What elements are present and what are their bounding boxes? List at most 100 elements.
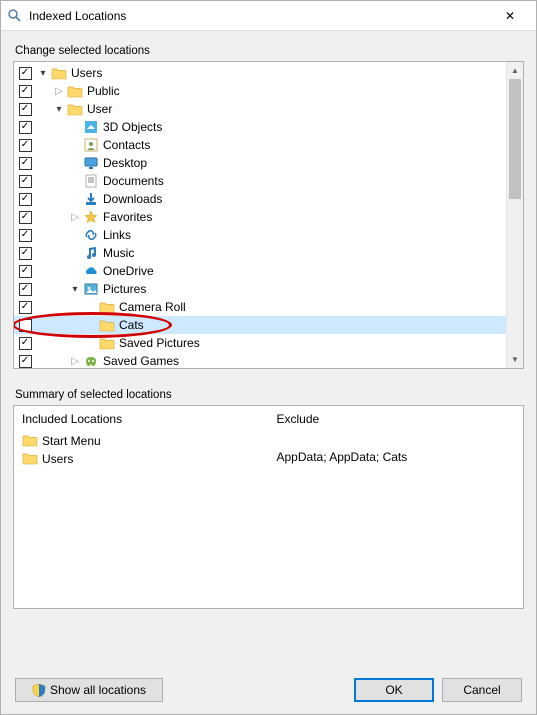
tree-item-label: Users [70, 66, 102, 80]
tree-item-label: Cats [118, 318, 144, 332]
tree-row[interactable]: ✓ Users [14, 64, 506, 82]
show-all-locations-button[interactable]: Show all locations [15, 678, 163, 702]
tree-row[interactable]: ✓ OneDrive [14, 262, 506, 280]
checkbox[interactable]: ✓ [19, 157, 32, 170]
folder-icon [51, 65, 67, 81]
chevron-down-icon[interactable] [36, 68, 50, 79]
included-column: Included Locations Start Menu Users [14, 406, 269, 608]
folder-icon [22, 432, 38, 451]
included-header: Included Locations [22, 412, 261, 426]
cancel-button[interactable]: Cancel [442, 678, 522, 702]
tree-row[interactable]: ✓ Contacts [14, 136, 506, 154]
tree-row[interactable]: ✓ Saved Games [14, 352, 506, 368]
tree-item-label: User [86, 102, 112, 116]
tree-item-label: Saved Pictures [118, 336, 200, 350]
tree-row[interactable]: ✓ Documents [14, 172, 506, 190]
app-icon [7, 8, 23, 24]
exclude-text: AppData; AppData; Cats [277, 450, 516, 464]
tree-row[interactable]: ✓Camera Roll [14, 298, 506, 316]
music-icon [83, 245, 99, 261]
chevron-down-icon[interactable] [68, 284, 82, 295]
scrollbar[interactable]: ▲ ▼ [506, 62, 523, 368]
checkbox[interactable]: ✓ [19, 283, 32, 296]
folder-icon [99, 299, 115, 315]
checkbox[interactable]: ✓ [19, 139, 32, 152]
close-button[interactable]: ✕ [490, 2, 530, 30]
window: Indexed Locations ✕ Change selected loca… [0, 0, 537, 715]
show-all-label: Show all locations [50, 683, 146, 697]
checkbox[interactable]: ✓ [19, 355, 32, 368]
checkbox[interactable]: ✓ [19, 85, 32, 98]
tree-row[interactable]: ✓ Public [14, 82, 506, 100]
tree-item-label: OneDrive [102, 264, 154, 278]
checkbox[interactable]: ✓ [19, 175, 32, 188]
checkbox[interactable]: ✓ [19, 229, 32, 242]
savedgames-icon [83, 353, 99, 368]
desktop-icon [83, 155, 99, 171]
checkbox[interactable]: ✓ [19, 265, 32, 278]
chevron-right-icon[interactable] [68, 212, 82, 223]
folder-icon [99, 335, 115, 351]
change-locations-label: Change selected locations [15, 45, 524, 57]
tree-item-label: 3D Objects [102, 120, 162, 134]
checkbox[interactable]: ✓ [19, 193, 32, 206]
tree-row[interactable]: ✓ Links [14, 226, 506, 244]
summary-box: Included Locations Start Menu Users Exclu… [13, 405, 524, 609]
exclude-column: Exclude AppData; AppData; Cats [269, 406, 524, 608]
tree-item-label: Saved Games [102, 354, 179, 368]
documents-icon [83, 173, 99, 189]
folder-icon [22, 450, 38, 469]
included-item-label: Users [42, 452, 73, 466]
tree-row[interactable]: ✓ Saved Pictures [14, 334, 506, 352]
3dobjects-icon [83, 119, 99, 135]
checkbox[interactable]: ✓ [19, 247, 32, 260]
included-item-label: Start Menu [42, 434, 101, 448]
favorites-icon [83, 209, 99, 225]
content: Change selected locations ✓Users✓Public✓… [1, 31, 536, 714]
chevron-right-icon[interactable] [68, 356, 82, 367]
tree-item-label: Contacts [102, 138, 150, 152]
tree-row[interactable]: ✓Favorites [14, 208, 506, 226]
tree-row[interactable]: ✓ 3D Objects [14, 118, 506, 136]
included-item[interactable]: Start Menu [22, 432, 261, 450]
chevron-down-icon[interactable] [52, 104, 66, 115]
tree-item-label: Documents [102, 174, 164, 188]
tree-row[interactable]: ✓ Downloads [14, 190, 506, 208]
checkbox[interactable]: ✓ [19, 211, 32, 224]
tree-item-label: Music [102, 246, 134, 260]
checkbox[interactable] [19, 319, 32, 332]
tree-item-label: Pictures [102, 282, 146, 296]
tree-row[interactable]: ✓ Desktop [14, 154, 506, 172]
exclude-header: Exclude [277, 412, 516, 426]
ok-button[interactable]: OK [354, 678, 434, 702]
tree-row[interactable]: ✓ Music [14, 244, 506, 262]
pictures-icon [83, 281, 99, 297]
button-row: Show all locations OK Cancel [13, 668, 524, 702]
shield-icon [32, 683, 46, 697]
locations-tree[interactable]: ✓ Users ✓ Public ✓ User ✓ 3D Objects ✓ Contacts ✓ D… [14, 62, 506, 368]
summary-label: Summary of selected locations [15, 389, 524, 401]
tree-item-label: Desktop [102, 156, 147, 170]
tree-item-label: Public [86, 84, 120, 98]
tree-row[interactable]: ✓ Pictures [14, 280, 506, 298]
chevron-right-icon[interactable] [52, 86, 66, 97]
checkbox[interactable]: ✓ [19, 337, 32, 350]
scroll-down-button[interactable]: ▼ [507, 351, 523, 368]
folder-icon [67, 83, 83, 99]
checkbox[interactable]: ✓ [19, 301, 32, 314]
tree-item-label: Links [102, 228, 131, 242]
scroll-thumb[interactable] [509, 79, 521, 199]
included-item[interactable]: Users [22, 450, 261, 468]
scroll-up-button[interactable]: ▲ [507, 62, 523, 79]
checkbox[interactable]: ✓ [19, 67, 32, 80]
links-icon [83, 227, 99, 243]
checkbox[interactable]: ✓ [19, 103, 32, 116]
tree-item-label: Downloads [102, 192, 162, 206]
onedrive-icon [83, 263, 99, 279]
window-title: Indexed Locations [29, 9, 490, 23]
tree-row[interactable]: Cats [14, 316, 506, 334]
tree-row[interactable]: ✓ User [14, 100, 506, 118]
tree-box: ✓ Users ✓ Public ✓ User ✓ 3D Objects ✓ Contacts ✓ D… [13, 61, 524, 369]
checkbox[interactable]: ✓ [19, 121, 32, 134]
folder-icon [67, 101, 83, 117]
